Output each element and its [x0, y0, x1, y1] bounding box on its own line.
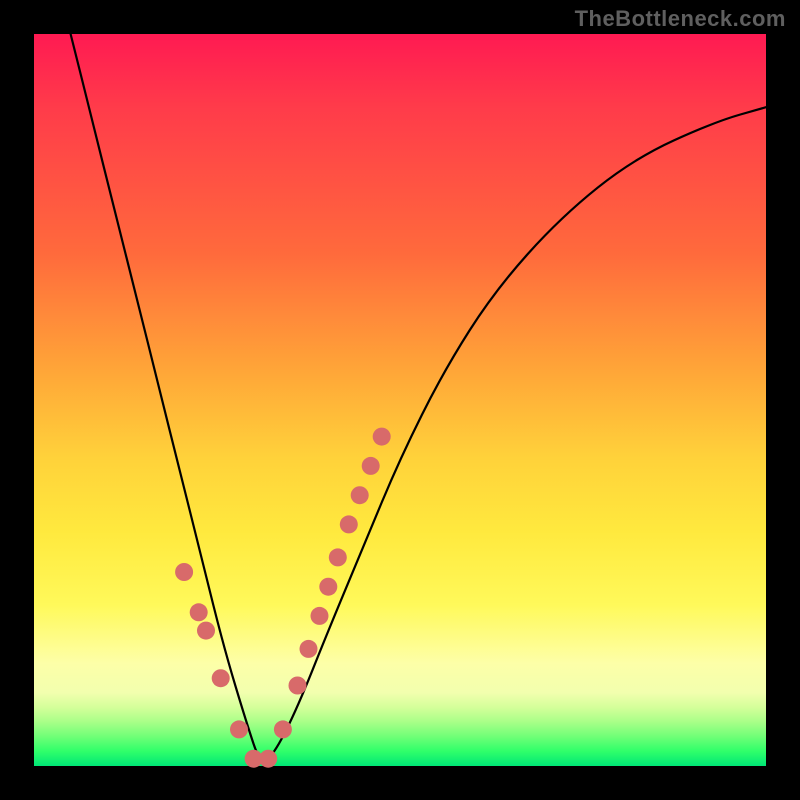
watermark-text: TheBottleneck.com [575, 6, 786, 32]
curve-marker [362, 457, 380, 475]
curve-marker [351, 486, 369, 504]
curve-marker [319, 578, 337, 596]
curve-marker [197, 622, 215, 640]
curve-marker [329, 548, 347, 566]
curve-marker [212, 669, 230, 687]
marker-group [175, 428, 391, 768]
curve-marker [289, 677, 307, 695]
curve-marker [340, 515, 358, 533]
curve-svg [34, 34, 766, 766]
chart-frame: TheBottleneck.com [0, 0, 800, 800]
curve-marker [274, 720, 292, 738]
curve-marker [259, 750, 277, 768]
curve-marker [311, 607, 329, 625]
curve-marker [175, 563, 193, 581]
curve-marker [300, 640, 318, 658]
curve-marker [190, 603, 208, 621]
bottleneck-curve [71, 34, 766, 761]
plot-area [34, 34, 766, 766]
curve-marker [373, 428, 391, 446]
curve-marker [230, 720, 248, 738]
